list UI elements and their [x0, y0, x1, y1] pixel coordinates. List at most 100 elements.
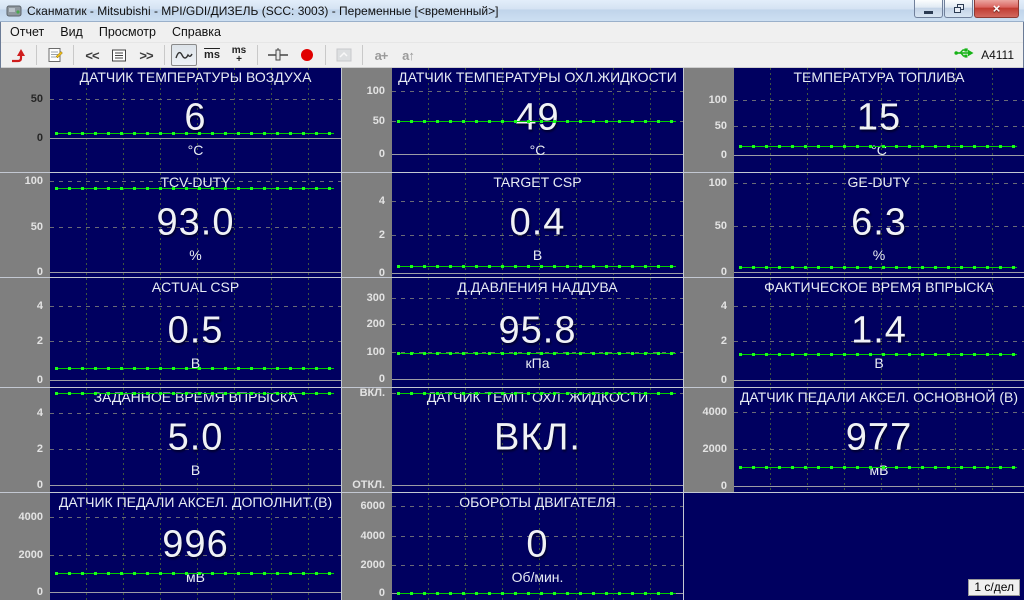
- axis-tick-label: 0: [37, 132, 43, 144]
- disconnect-button[interactable]: [6, 44, 30, 66]
- param-cell[interactable]: ВКЛ.ОТКЛ.ДАТЧИК ТЕМП. ОХЛ. ЖИДКОСТИВКЛ.: [342, 388, 684, 493]
- axis-tick-label: 4000: [361, 530, 385, 542]
- param-cell[interactable]: 500ДАТЧИК ТЕМПЕРАТУРЫ ВОЗДУХА6°C: [0, 68, 342, 173]
- axis-tick-label: 0: [721, 149, 727, 161]
- axis-gutter: 100 50 0: [684, 68, 734, 172]
- param-cell[interactable]: 420ACTUAL CSP0.5В: [0, 278, 342, 388]
- axis-tick-label: 4: [721, 300, 727, 312]
- axis-tick-label: 2000: [703, 443, 727, 455]
- ms-scale-button[interactable]: ms: [200, 44, 224, 66]
- restore-icon: [954, 4, 964, 13]
- menu-view[interactable]: Вид: [52, 23, 91, 41]
- menu-browse[interactable]: Просмотр: [91, 23, 164, 41]
- next-page-button[interactable]: >>: [134, 44, 158, 66]
- ms-plus-icon: ms+: [232, 46, 246, 64]
- toolbar-separator: [36, 45, 37, 65]
- zero-gridline: [734, 272, 1024, 273]
- param-value: 0: [392, 523, 683, 566]
- param-cell[interactable]: 100500TCV-DUTY93.0%: [0, 173, 342, 278]
- param-title: GE-DUTY: [734, 174, 1024, 190]
- param-cell[interactable]: 400020000ДАТЧИК ПЕДАЛИ АКСЕЛ. ДОПОЛНИТ.(…: [0, 493, 342, 600]
- usb-icon: [954, 46, 974, 65]
- axis-tick-label: 100: [709, 94, 727, 106]
- data-trace-line: [55, 187, 334, 190]
- param-cell[interactable]: 3002001000Д.ДАВЛЕНИЯ НАДДУВА95.8кПа: [342, 278, 684, 388]
- param-cell[interactable]: 420ЗАДАННОЕ ВРЕМЯ ВПРЫСКА5.0В: [0, 388, 342, 493]
- axis-gutter: ВКЛ.ОТКЛ.: [342, 388, 392, 492]
- param-unit: Об/мин.: [392, 569, 683, 585]
- param-value: 93.0: [50, 201, 341, 244]
- param-cell[interactable]: 100500GE-DUTY6.3%: [684, 173, 1024, 278]
- param-value: 996: [50, 523, 341, 566]
- record-icon: [301, 49, 313, 61]
- param-title: ФАКТИЧЕСКОЕ ВРЕМЯ ВПРЫСКА: [734, 279, 1024, 295]
- plot-area: ДАТЧИК ТЕМПЕРАТУРЫ ВОЗДУХА6°C: [50, 68, 341, 172]
- param-title: ДАТЧИК ПЕДАЛИ АКСЕЛ. ОСНОВНОЙ (В): [734, 389, 1024, 405]
- axis-tick-label: 0: [379, 148, 385, 160]
- axis-tick-label: 100: [367, 346, 385, 358]
- param-cell[interactable]: 400020000ДАТЧИК ПЕДАЛИ АКСЕЛ. ОСНОВНОЙ (…: [684, 388, 1024, 493]
- timescale-label: 1 с/дел: [968, 579, 1020, 596]
- restore-button[interactable]: [944, 0, 973, 18]
- menubar: Отчет Вид Просмотр Справка: [0, 22, 1024, 42]
- prev-page-button[interactable]: <<: [80, 44, 104, 66]
- axis-tick-label: 6000: [361, 500, 385, 512]
- ms-plus-button[interactable]: ms+: [227, 44, 251, 66]
- param-cell[interactable]: 100500ДАТЧИК ТЕМПЕРАТУРЫ ОХЛ.ЖИДКОСТИ49°…: [342, 68, 684, 173]
- axis-tick-label: 0: [379, 587, 385, 599]
- param-cell[interactable]: 420TARGET CSP0.4В: [342, 173, 684, 278]
- font-up-button[interactable]: a↑: [396, 44, 420, 66]
- axis-gutter: 420: [0, 278, 50, 387]
- close-icon: ×: [993, 1, 1001, 16]
- graph-mode-button[interactable]: [171, 44, 197, 66]
- axis-tick-label: 4: [37, 407, 43, 419]
- data-trace-line: [55, 572, 334, 575]
- report-button[interactable]: [43, 44, 67, 66]
- zero-gridline: [50, 380, 341, 381]
- axis-tick-label: 0: [37, 586, 43, 598]
- data-trace-line: [55, 367, 334, 370]
- axis-tick-label: 2: [721, 335, 727, 347]
- toolbar-separator: [164, 45, 165, 65]
- gridline: [734, 412, 1024, 413]
- report-page-icon: [47, 47, 63, 63]
- param-value: 0.4: [392, 201, 683, 244]
- sine-wave-icon: [175, 48, 193, 62]
- red-return-arrow-icon: [10, 48, 26, 63]
- param-value: 95.8: [392, 309, 683, 352]
- param-title: ТЕМПЕРАТУРА ТОПЛИВА: [734, 69, 1024, 85]
- font-increase-button[interactable]: a+: [369, 44, 393, 66]
- plot-area: ACTUAL CSP0.5В: [50, 278, 341, 387]
- param-cell[interactable]: 6000400020000ОБОРОТЫ ДВИГАТЕЛЯ0Об/мин.: [342, 493, 684, 600]
- axis-tick-label: 300: [367, 292, 385, 304]
- parameter-grid: 50 0 ДАТЧИК ТЕМПЕРАТУРЫ ВОЗДУХА6°C100500ДА…: [0, 68, 1024, 600]
- param-list-button[interactable]: [107, 44, 131, 66]
- axis-tick-label: 0: [37, 479, 43, 491]
- param-title: ACTUAL CSP: [50, 279, 341, 295]
- minimize-button[interactable]: [914, 0, 943, 18]
- record-button[interactable]: [295, 44, 319, 66]
- toolbar-separator: [325, 45, 326, 65]
- param-cell[interactable]: 420ФАКТИЧЕСКОЕ ВРЕМЯ ВПРЫСКА1.4В: [684, 278, 1024, 388]
- window-title: Сканматик - Mitsubishi - MPI/GDI/ДИЗЕЛЬ …: [27, 4, 498, 18]
- data-trace-line: [55, 132, 334, 135]
- param-title: TARGET CSP: [392, 174, 683, 190]
- axis-gutter: 100500: [0, 173, 50, 277]
- zero-gridline: [392, 485, 683, 486]
- menu-help[interactable]: Справка: [164, 23, 229, 41]
- param-value: 977: [734, 416, 1024, 459]
- param-unit: В: [734, 355, 1024, 371]
- param-value: 49: [392, 96, 683, 139]
- param-cell[interactable]: 100500ТЕМПЕРАТУРА ТОПЛИВА15°C: [684, 68, 1024, 173]
- close-button[interactable]: ×: [974, 0, 1019, 18]
- data-trace-line: [55, 392, 334, 395]
- param-unit: %: [734, 247, 1024, 263]
- snapshot-button[interactable]: [332, 44, 356, 66]
- sensor-button[interactable]: [264, 44, 292, 66]
- toolbar-separator: [362, 45, 363, 65]
- axis-tick-label: 50: [715, 120, 727, 132]
- data-trace-line: [739, 145, 1017, 148]
- plot-area: Д.ДАВЛЕНИЯ НАДДУВА95.8кПа: [392, 278, 683, 387]
- menu-report[interactable]: Отчет: [2, 23, 52, 41]
- axis-gutter: 400020000: [0, 493, 50, 600]
